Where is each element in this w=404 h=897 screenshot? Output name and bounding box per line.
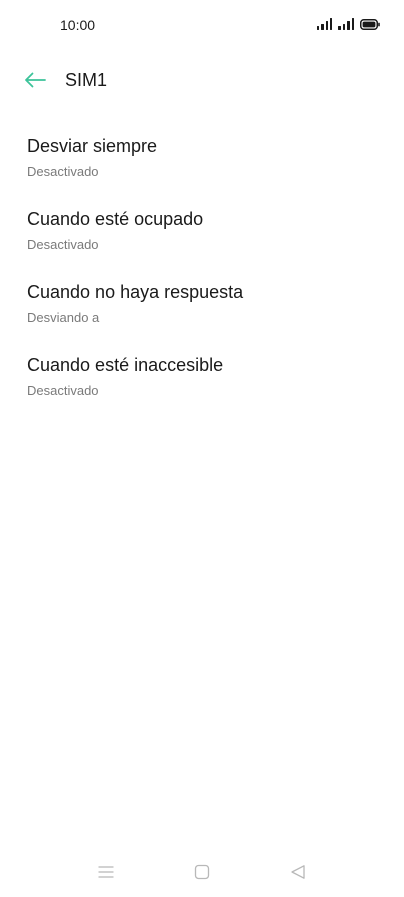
list-item-status: Desviando a [27,310,100,325]
battery-icon [360,19,380,30]
list-item-always-forward[interactable]: Desviar siempre Desactivado [0,120,404,193]
status-time: 10:00 [60,17,96,33]
triangle-back-icon [291,865,305,879]
list-item-title: Cuando esté ocupado [27,209,204,229]
status-bar: 10:00 [0,0,404,50]
signal-icon [338,18,354,30]
back-button[interactable] [18,63,52,97]
nav-menu-button[interactable] [94,860,118,884]
list-item-title: Desviar siempre [27,136,158,156]
list-item-title: Cuando esté inaccesible [27,355,224,375]
menu-icon [98,866,114,878]
call-forwarding-list: Desviar siempre Desactivado Cuando esté … [0,120,404,412]
list-item-status: Desactivado [27,237,99,252]
app-bar: SIM1 [0,55,404,105]
list-item-no-answer[interactable]: Cuando no haya respuesta Desviando a [0,266,404,339]
arrow-left-icon [25,72,46,88]
signal-icon [316,18,333,30]
page-title: SIM1 [65,70,108,90]
navigation-bar [0,850,404,894]
list-item-unreachable[interactable]: Cuando esté inaccesible Desactivado [0,339,404,412]
list-item-status: Desactivado [27,383,99,398]
nav-back-button[interactable] [286,860,310,884]
nav-home-button[interactable] [190,860,214,884]
status-icons [316,18,380,30]
list-item-status: Desactivado [27,164,99,179]
list-item-title: Cuando no haya respuesta [27,282,244,302]
home-icon [194,864,210,880]
list-item-when-busy[interactable]: Cuando esté ocupado Desactivado [0,193,404,266]
